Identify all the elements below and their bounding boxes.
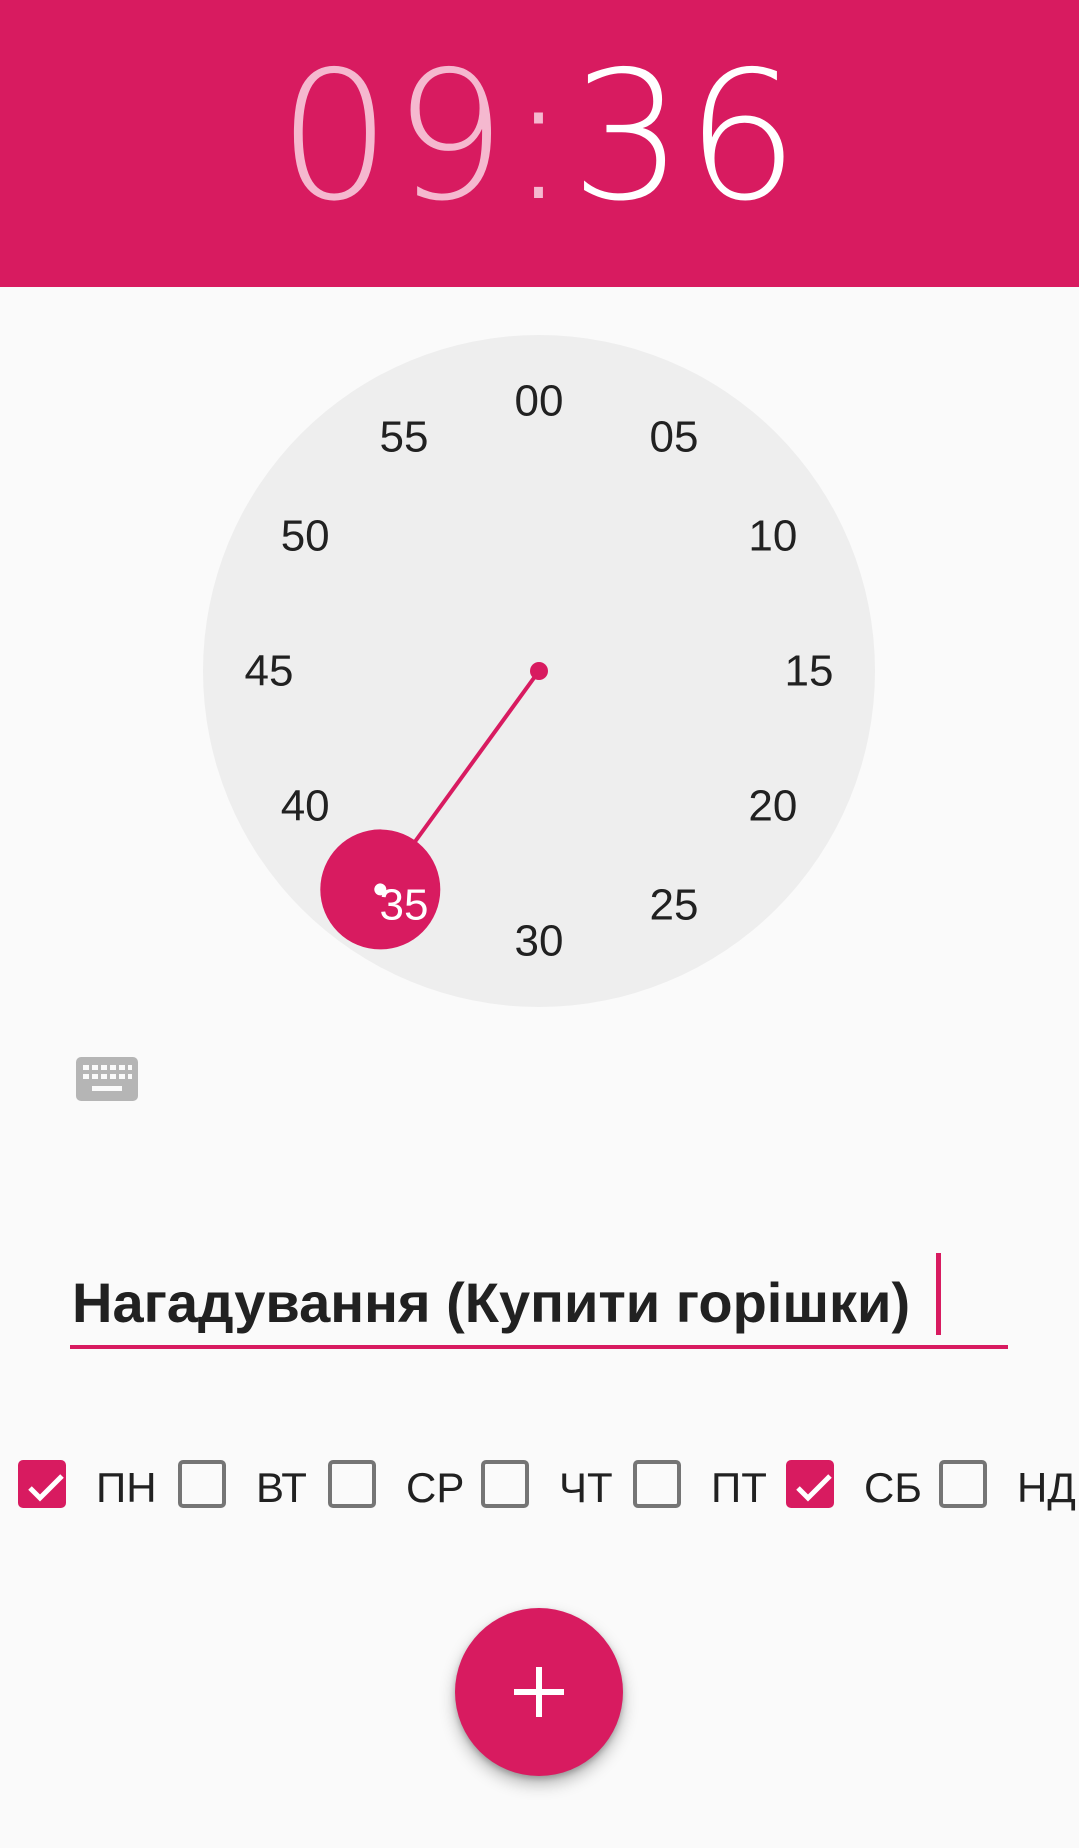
dial-label-45: 45: [245, 647, 294, 696]
checkbox-unchecked[interactable]: [178, 1460, 226, 1508]
checkmark-icon: [796, 1474, 832, 1502]
keyboard-icon: [76, 1057, 138, 1101]
time-header: 09:36: [0, 0, 1079, 287]
dial-label-55: 55: [380, 413, 429, 462]
weekday-label: ПТ: [711, 1464, 767, 1511]
weekday-checkbox[interactable]: ПН: [18, 1458, 158, 1518]
dial-label-50: 50: [281, 512, 330, 561]
time-display: 09:36: [0, 48, 1079, 226]
checkmark-icon: [28, 1474, 64, 1502]
checkbox-checked[interactable]: [786, 1460, 834, 1508]
weekday-label: ПН: [96, 1464, 157, 1511]
weekday-label: ВТ: [256, 1464, 307, 1511]
dial-label-05: 05: [650, 413, 699, 462]
weekday-label: СР: [406, 1464, 465, 1511]
dial-label-35: 35: [380, 880, 429, 929]
dial-selector-dot: [374, 883, 387, 896]
reminder-title-input[interactable]: [72, 1267, 992, 1337]
minute-dial[interactable]: 00 05 10 15 20 25 30 35 40 45 50 55: [203, 335, 875, 1007]
weekday-checkbox[interactable]: СР: [328, 1458, 468, 1518]
dial-center-dot: [530, 662, 548, 680]
time-separator: :: [508, 33, 571, 240]
checkbox-unchecked[interactable]: [481, 1460, 529, 1508]
dial-label-30: 30: [515, 917, 564, 966]
plus-icon: [514, 1667, 564, 1717]
keyboard-toggle-button[interactable]: [76, 1057, 138, 1101]
dial-label-00: 00: [515, 377, 564, 426]
minutes-display[interactable]: 36: [570, 48, 801, 226]
checkbox-checked[interactable]: [18, 1460, 66, 1508]
checkbox-unchecked[interactable]: [633, 1460, 681, 1508]
weekday-label: СБ: [864, 1464, 922, 1511]
text-cursor: [936, 1253, 941, 1335]
weekday-label: НД: [1017, 1464, 1076, 1511]
weekday-label: ЧТ: [559, 1464, 613, 1511]
dial-label-40: 40: [281, 782, 330, 831]
weekday-checkbox[interactable]: ВТ: [178, 1458, 318, 1518]
checkbox-unchecked[interactable]: [328, 1460, 376, 1508]
weekday-checkbox[interactable]: СБ: [786, 1458, 926, 1518]
dial-label-20: 20: [748, 782, 797, 831]
weekday-checkbox[interactable]: ПТ: [633, 1458, 773, 1518]
checkbox-unchecked[interactable]: [939, 1460, 987, 1508]
dial-label-15: 15: [785, 647, 834, 696]
dial-label-25: 25: [650, 880, 699, 929]
hours-display[interactable]: 09: [278, 48, 509, 226]
weekday-checkbox[interactable]: НД: [939, 1458, 1079, 1518]
dial-label-10: 10: [748, 512, 797, 561]
weekday-checkbox[interactable]: ЧТ: [481, 1458, 621, 1518]
add-button[interactable]: [455, 1608, 623, 1776]
reminder-title-field[interactable]: [70, 1255, 1008, 1349]
